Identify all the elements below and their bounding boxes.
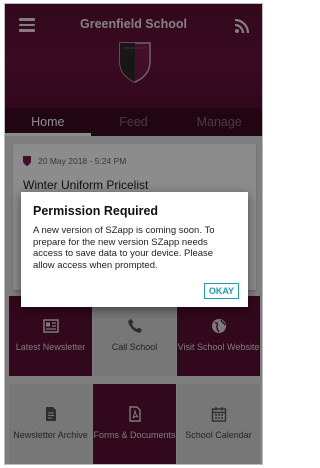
dialog-message: A new version of SZapp is coming soon. T… (33, 225, 215, 271)
app-screen: Greenfield School Home Feed Manage 20 Ma… (4, 3, 263, 465)
okay-button[interactable]: OKAY (203, 283, 239, 299)
permission-dialog: Permission Required A new version of SZa… (21, 192, 248, 307)
dialog-title: Permission Required (33, 204, 159, 218)
